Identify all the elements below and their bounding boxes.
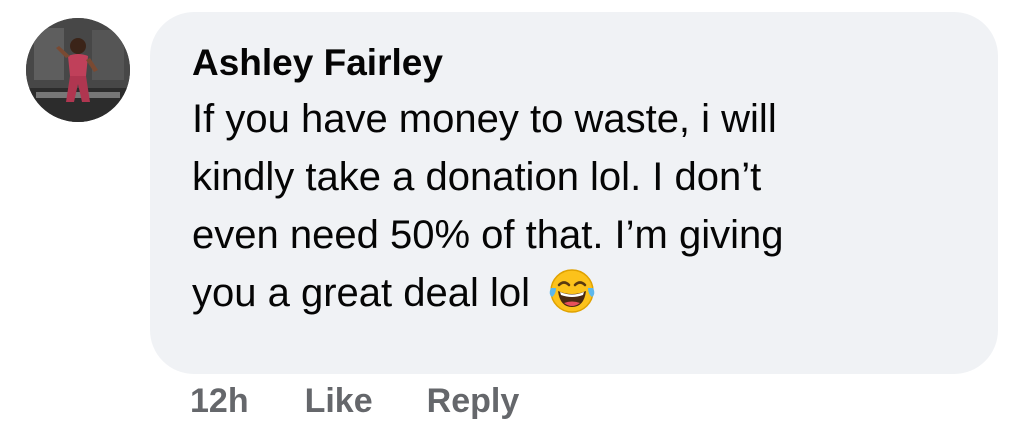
comment-timestamp[interactable]: 12h — [190, 382, 249, 421]
face-with-tears-of-joy-icon — [547, 266, 597, 316]
comment-line: even need 50% of that. I’m giving — [192, 213, 784, 257]
comment-line: you a great deal lol — [192, 271, 531, 315]
comment-text: If you have money to waste, i will kindl… — [192, 90, 952, 322]
comment-author[interactable]: Ashley Fairley — [192, 40, 958, 86]
reply-button[interactable]: Reply — [427, 382, 520, 421]
avatar-photo — [26, 18, 130, 122]
like-button[interactable]: Like — [305, 382, 373, 421]
comment-item: Ashley Fairley If you have money to wast… — [0, 0, 1024, 445]
comment-bubble: Ashley Fairley If you have money to wast… — [150, 12, 998, 374]
comment-line: If you have money to waste, i will — [192, 97, 777, 141]
avatar[interactable] — [26, 18, 130, 122]
comment-actions: 12h Like Reply — [190, 382, 519, 421]
comment-line: kindly take a donation lol. I don’t — [192, 155, 762, 199]
